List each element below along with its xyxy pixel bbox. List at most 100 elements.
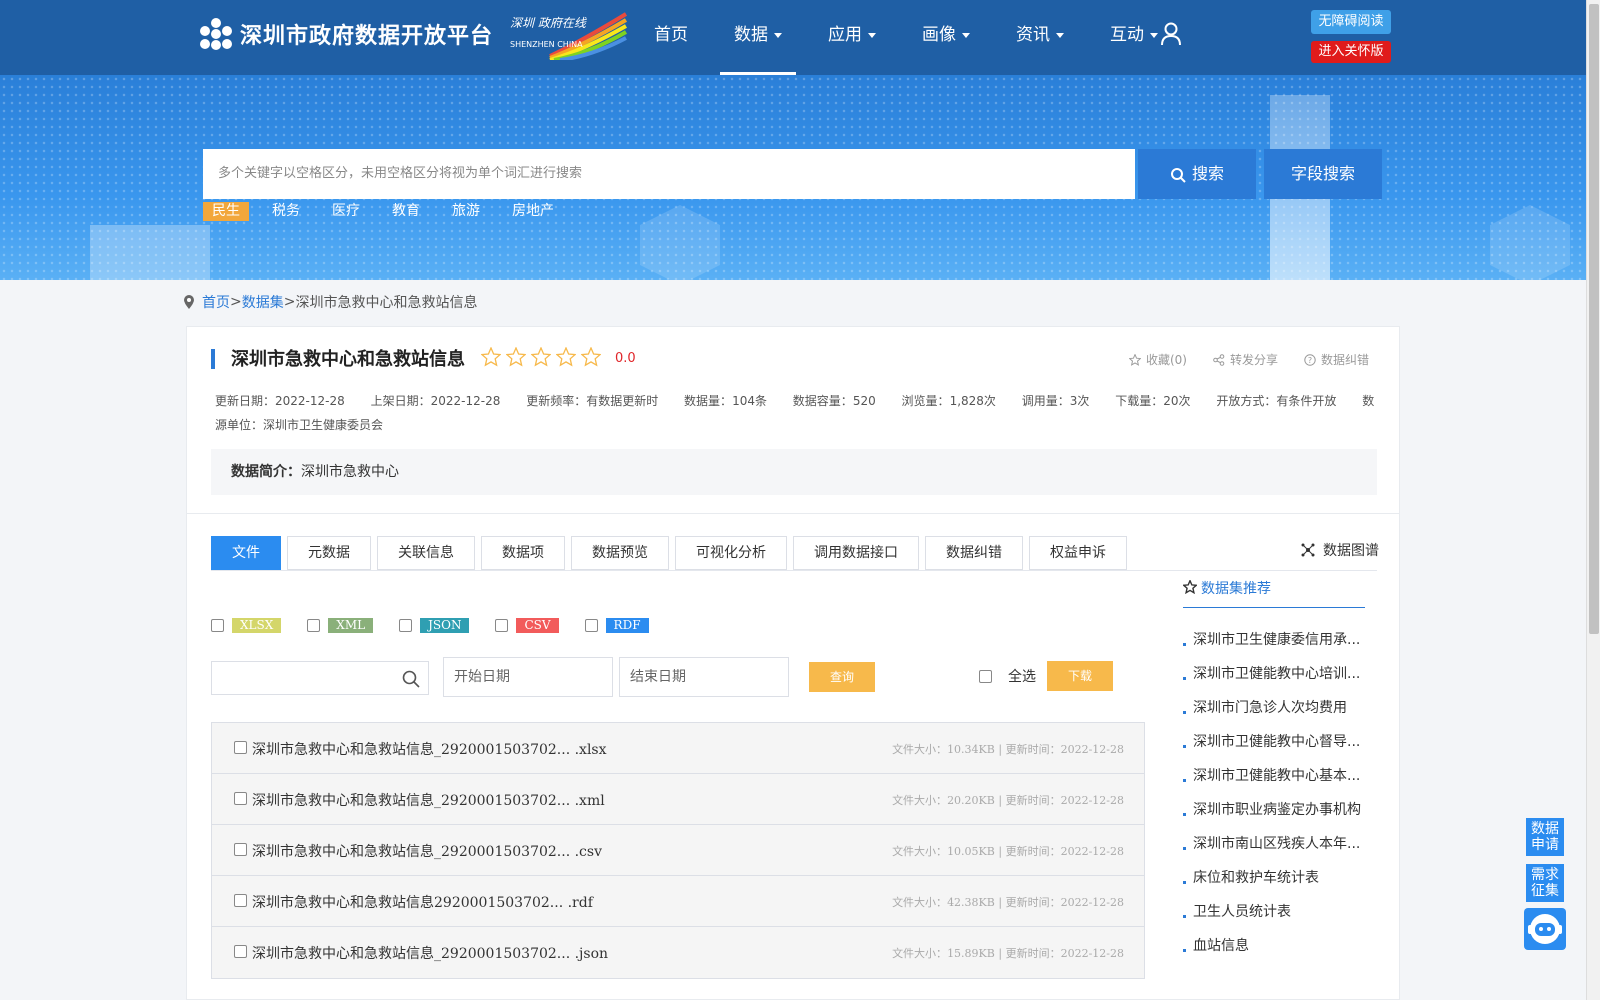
tag-item[interactable]: 医疗 (323, 202, 369, 221)
query-button[interactable]: 查询 (809, 662, 875, 692)
user-icon[interactable] (1160, 22, 1182, 46)
recommend-item[interactable]: 深圳市卫健能教中心基本... (1183, 766, 1365, 800)
select-all-label: 全选 (1008, 669, 1036, 685)
checkbox[interactable] (495, 619, 509, 632)
star-icon[interactable] (481, 347, 501, 367)
tab-api[interactable]: 调用数据接口 (793, 536, 919, 570)
star-icon[interactable] (531, 347, 551, 367)
share-button[interactable]: 转发分享 (1213, 351, 1278, 368)
breadcrumb-datasets[interactable]: 数据集 (242, 292, 284, 312)
recommend-item[interactable]: 床位和救护车统计表 (1183, 868, 1365, 902)
start-date-input[interactable]: 开始日期 (443, 657, 613, 697)
share-label: 转发分享 (1229, 353, 1278, 367)
file-row[interactable]: 深圳市急救中心和急救站信息_2920001503702... .xml 文件大小：… (212, 774, 1144, 825)
care-mode-button[interactable]: 进入关怀版 (1311, 41, 1391, 63)
search-input[interactable]: 多个关键字以空格区分，未用空格区分将视为单个词汇进行搜索 (203, 149, 1135, 199)
select-all[interactable]: 全选 (979, 666, 1036, 686)
tag-item[interactable]: 民生 (203, 202, 249, 221)
format-filter-rdf[interactable]: RDF (584, 618, 649, 633)
tab-visualization[interactable]: 可视化分析 (675, 536, 787, 570)
meta-item: 上架日期：2022-12-28 (370, 394, 501, 408)
scrollbar-thumb[interactable] (1589, 4, 1599, 634)
recommend-item[interactable]: 血站信息 (1183, 936, 1365, 970)
format-filter-xml[interactable]: XML (307, 618, 374, 633)
recommend-item[interactable]: 深圳市南山区残疾人本年... (1183, 834, 1365, 868)
rating-stars[interactable] (481, 347, 606, 367)
file-row[interactable]: 深圳市急救中心和急救站信息2920001503702... .rdf 文件大小：4… (212, 876, 1144, 927)
nav-data[interactable]: 数据 (720, 0, 796, 75)
file-name[interactable]: 深圳市急救中心和急救站信息2920001503702... .rdf (252, 892, 593, 912)
checkbox[interactable] (234, 945, 247, 958)
file-name[interactable]: 深圳市急救中心和急救站信息_2920001503702... .csv (252, 841, 602, 861)
checkbox[interactable] (211, 619, 224, 632)
shenzhen-gov-logo[interactable]: 深圳 政府在线 SHENZHEN CHINA (510, 12, 628, 62)
checkbox[interactable] (307, 619, 321, 632)
nav-label: 数据 (734, 25, 768, 45)
tab-correction[interactable]: 数据纠错 (925, 536, 1023, 570)
accessibility-button[interactable]: 无障碍阅读 (1311, 10, 1391, 34)
end-date-input[interactable]: 结束日期 (619, 657, 789, 697)
dataset-info-card: 深圳市急救中心和急救站信息 0.0 收藏(0) 转发分享 ? 数据纠错 更新日期：… (186, 326, 1400, 514)
file-keyword-input[interactable] (211, 661, 429, 695)
star-icon[interactable] (506, 347, 526, 367)
tag-item[interactable]: 教育 (383, 202, 429, 221)
tab-data-items[interactable]: 数据项 (481, 536, 565, 570)
page-scrollbar[interactable] (1586, 0, 1600, 1000)
field-search-button[interactable]: 字段搜索 (1264, 149, 1382, 199)
tab-files[interactable]: 文件 (211, 536, 281, 570)
nav-home[interactable]: 首页 (640, 0, 702, 75)
meta-item: 更新日期：2022-12-28 (215, 394, 345, 408)
recommend-item[interactable]: 深圳市门急诊人次均费用 (1183, 698, 1365, 732)
checkbox[interactable] (234, 792, 247, 805)
nav-label: 首页 (654, 25, 688, 45)
star-icon[interactable] (556, 347, 576, 367)
download-button[interactable]: 下载 (1047, 661, 1113, 691)
nav-apps[interactable]: 应用 (814, 0, 890, 75)
format-filter-xlsx[interactable]: XLSX (211, 618, 282, 633)
recommend-item[interactable]: 深圳市卫生健康委信用承... (1183, 630, 1365, 664)
data-graph-link[interactable]: 数据图谱 (1301, 540, 1379, 560)
site-logo[interactable]: 深圳市政府数据开放平台 (200, 18, 493, 50)
data-apply-button[interactable]: 数据申请 (1526, 818, 1564, 856)
recommend-panel: 数据集推荐 深圳市卫生健康委信用承... 深圳市卫健能教中心培训... 深圳市门… (1183, 578, 1365, 970)
nav-news[interactable]: 资讯 (1002, 0, 1078, 75)
star-icon[interactable] (581, 347, 601, 367)
meta-item: 开放方式：有条件开放 (1216, 394, 1337, 408)
file-row[interactable]: 深圳市急救中心和急救站信息_2920001503702... .csv 文件大小：… (212, 825, 1144, 876)
format-filter-csv[interactable]: CSV (495, 618, 559, 633)
file-row[interactable]: 深圳市急救中心和急救站信息_2920001503702... .json 文件大小… (212, 927, 1144, 978)
robot-icon (1528, 914, 1562, 944)
recommend-item[interactable]: 深圳市卫健能教中心培训... (1183, 664, 1365, 698)
tab-preview[interactable]: 数据预览 (571, 536, 669, 570)
format-filter-json[interactable]: JSON (399, 618, 470, 633)
tag-item[interactable]: 旅游 (443, 202, 489, 221)
tab-metadata[interactable]: 元数据 (287, 536, 371, 570)
tab-appeal[interactable]: 权益申诉 (1029, 536, 1127, 570)
recommend-item[interactable]: 卫生人员统计表 (1183, 902, 1365, 936)
recommend-item[interactable]: 深圳市卫健能教中心督导... (1183, 732, 1365, 766)
checkbox[interactable] (234, 843, 247, 856)
correct-button[interactable]: ? 数据纠错 (1304, 351, 1369, 368)
search-button[interactable]: 搜索 (1138, 149, 1256, 199)
file-row[interactable]: 深圳市急救中心和急救站信息_2920001503702... .xlsx 文件大小… (212, 723, 1144, 774)
tag-item[interactable]: 房地产 (503, 202, 563, 221)
checkbox[interactable] (979, 669, 992, 683)
demand-collect-button[interactable]: 需求征集 (1526, 864, 1564, 902)
chatbot-button[interactable] (1524, 908, 1566, 950)
file-name[interactable]: 深圳市急救中心和急救站信息_2920001503702... .json (252, 943, 608, 963)
recommend-item[interactable]: 深圳市职业病鉴定办事机构 (1183, 800, 1365, 834)
breadcrumb-home[interactable]: 首页 (202, 292, 230, 312)
favorite-label: 收藏(0) (1145, 353, 1187, 367)
tab-related[interactable]: 关联信息 (377, 536, 475, 570)
file-name[interactable]: 深圳市急救中心和急救站信息_2920001503702... .xlsx (252, 739, 607, 759)
search-icon[interactable] (402, 670, 420, 688)
nav-portrait[interactable]: 画像 (908, 0, 984, 75)
checkbox[interactable] (399, 619, 413, 632)
checkbox[interactable] (584, 619, 598, 632)
favorite-button[interactable]: 收藏(0) (1128, 351, 1187, 368)
file-name[interactable]: 深圳市急救中心和急救站信息_2920001503702... .xml (252, 790, 605, 810)
checkbox[interactable] (234, 894, 247, 907)
tag-item[interactable]: 税务 (263, 202, 309, 221)
caret-down-icon (962, 32, 970, 38)
checkbox[interactable] (234, 741, 247, 754)
